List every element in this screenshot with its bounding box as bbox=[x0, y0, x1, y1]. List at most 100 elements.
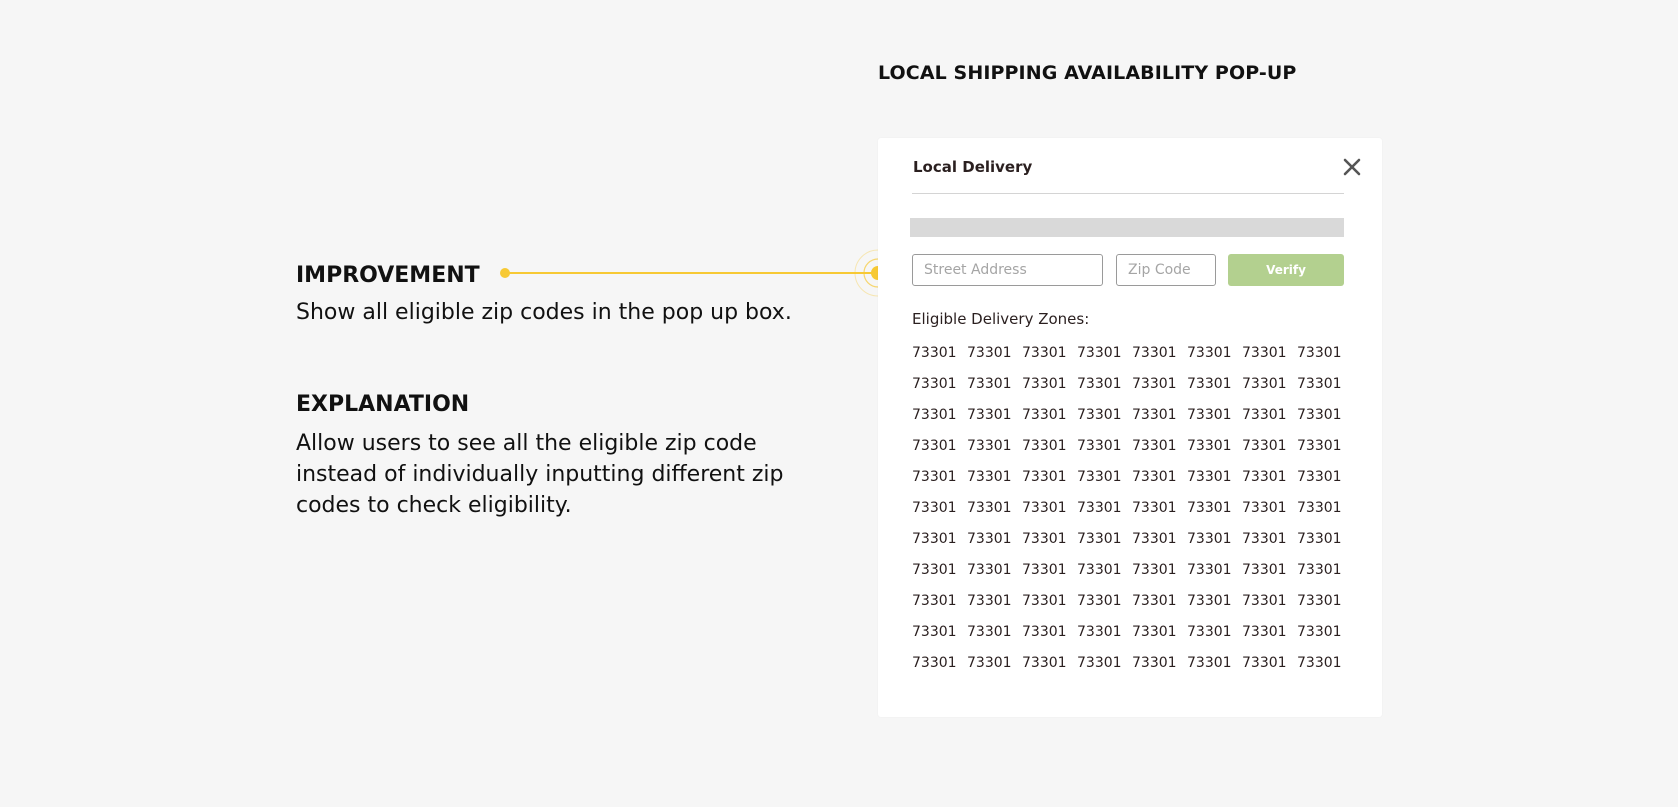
zip-code: 73301 bbox=[1132, 500, 1177, 516]
zip-code: 73301 bbox=[967, 500, 1012, 516]
zip-code: 73301 bbox=[967, 438, 1012, 454]
zip-code: 73301 bbox=[1187, 593, 1232, 609]
zip-code: 73301 bbox=[1242, 438, 1287, 454]
zip-code: 73301 bbox=[1242, 376, 1287, 392]
zip-code: 73301 bbox=[1022, 500, 1067, 516]
zip-code: 73301 bbox=[912, 562, 957, 578]
zip-code: 73301 bbox=[912, 407, 957, 423]
popup-title: Local Delivery bbox=[913, 158, 1033, 176]
zip-code: 73301 bbox=[1242, 624, 1287, 640]
zip-code: 73301 bbox=[967, 624, 1012, 640]
zip-code: 73301 bbox=[1187, 655, 1232, 671]
zip-code: 73301 bbox=[1297, 593, 1342, 609]
zip-code: 73301 bbox=[1132, 531, 1177, 547]
zip-code: 73301 bbox=[1297, 438, 1342, 454]
zip-code: 73301 bbox=[1187, 562, 1232, 578]
zip-code: 73301 bbox=[1132, 562, 1177, 578]
zip-code: 73301 bbox=[912, 438, 957, 454]
zip-code: 73301 bbox=[1132, 376, 1177, 392]
zip-code: 73301 bbox=[1077, 500, 1122, 516]
close-button[interactable] bbox=[1340, 155, 1364, 179]
zip-code: 73301 bbox=[1077, 655, 1122, 671]
zip-code: 73301 bbox=[1132, 655, 1177, 671]
zip-code: 73301 bbox=[912, 500, 957, 516]
zip-code: 73301 bbox=[1077, 531, 1122, 547]
zip-code: 73301 bbox=[967, 593, 1012, 609]
zip-code: 73301 bbox=[1297, 655, 1342, 671]
zip-code: 73301 bbox=[1022, 531, 1067, 547]
zip-code: 73301 bbox=[1187, 531, 1232, 547]
improvement-text: Show all eligible zip codes in the pop u… bbox=[296, 300, 792, 325]
zip-code: 73301 bbox=[1297, 624, 1342, 640]
zip-code: 73301 bbox=[912, 655, 957, 671]
zip-code: 73301 bbox=[1077, 593, 1122, 609]
page-heading: LOCAL SHIPPING AVAILABILITY POP-UP bbox=[878, 62, 1297, 84]
zip-code: 73301 bbox=[967, 469, 1012, 485]
zip-code: 73301 bbox=[967, 655, 1012, 671]
zip-code: 73301 bbox=[1022, 407, 1067, 423]
explanation-text: Allow users to see all the eligible zip … bbox=[296, 431, 784, 518]
zip-code: 73301 bbox=[1022, 469, 1067, 485]
zip-code-input[interactable] bbox=[1116, 254, 1216, 286]
zip-code: 73301 bbox=[1242, 407, 1287, 423]
zip-code: 73301 bbox=[1297, 469, 1342, 485]
zip-code: 73301 bbox=[1022, 593, 1067, 609]
zip-code: 73301 bbox=[1242, 562, 1287, 578]
zip-code: 73301 bbox=[1297, 500, 1342, 516]
zip-code: 73301 bbox=[1022, 376, 1067, 392]
zip-code: 73301 bbox=[967, 531, 1012, 547]
zip-code: 73301 bbox=[1132, 624, 1177, 640]
zip-code: 73301 bbox=[1077, 407, 1122, 423]
callout-start-dot bbox=[500, 268, 510, 278]
zip-code: 73301 bbox=[1242, 531, 1287, 547]
zip-code: 73301 bbox=[1187, 500, 1232, 516]
zip-code: 73301 bbox=[1297, 562, 1342, 578]
eligible-zones-label: Eligible Delivery Zones: bbox=[912, 310, 1090, 328]
zip-code: 73301 bbox=[1132, 469, 1177, 485]
zip-code: 73301 bbox=[1132, 438, 1177, 454]
verify-button[interactable]: Verify bbox=[1228, 254, 1344, 286]
zip-code: 73301 bbox=[912, 469, 957, 485]
zip-code: 73301 bbox=[1297, 376, 1342, 392]
zip-code: 73301 bbox=[912, 345, 957, 361]
zip-code: 73301 bbox=[1132, 407, 1177, 423]
explanation-title: EXPLANATION bbox=[296, 392, 470, 417]
zip-code: 73301 bbox=[1022, 438, 1067, 454]
callout-connector bbox=[500, 268, 879, 278]
zip-code: 73301 bbox=[1022, 562, 1067, 578]
zip-code: 73301 bbox=[1132, 345, 1177, 361]
zip-code: 73301 bbox=[912, 593, 957, 609]
zip-code: 73301 bbox=[1022, 655, 1067, 671]
zip-code: 73301 bbox=[912, 376, 957, 392]
zip-code: 73301 bbox=[1187, 438, 1232, 454]
zip-code: 73301 bbox=[1077, 345, 1122, 361]
zip-code: 73301 bbox=[1187, 469, 1232, 485]
zip-code: 73301 bbox=[1187, 624, 1232, 640]
zip-code: 73301 bbox=[1242, 469, 1287, 485]
close-x-icon[interactable] bbox=[1340, 155, 1364, 179]
zip-code: 73301 bbox=[1077, 562, 1122, 578]
zip-code: 73301 bbox=[1187, 407, 1232, 423]
zip-code-grid: 73301 73301 73301 73301 73301 73301 7330… bbox=[912, 345, 1352, 686]
popup-divider bbox=[912, 193, 1344, 194]
improvement-title: IMPROVEMENT bbox=[296, 263, 480, 288]
zip-code: 73301 bbox=[1242, 655, 1287, 671]
zip-code: 73301 bbox=[1132, 593, 1177, 609]
zip-code: 73301 bbox=[1297, 345, 1342, 361]
zip-code: 73301 bbox=[1297, 407, 1342, 423]
zip-code: 73301 bbox=[1077, 624, 1122, 640]
zip-code: 73301 bbox=[1187, 376, 1232, 392]
zip-code: 73301 bbox=[1297, 531, 1342, 547]
zip-code: 73301 bbox=[967, 376, 1012, 392]
zip-code: 73301 bbox=[1077, 438, 1122, 454]
zip-code: 73301 bbox=[1242, 593, 1287, 609]
local-delivery-popup: Local Delivery Verify Eligible Delivery … bbox=[878, 138, 1382, 717]
placeholder-bar bbox=[910, 218, 1344, 237]
zip-code: 73301 bbox=[912, 624, 957, 640]
zip-code: 73301 bbox=[1242, 500, 1287, 516]
zip-code: 73301 bbox=[1077, 469, 1122, 485]
zip-code: 73301 bbox=[1242, 345, 1287, 361]
street-address-input[interactable] bbox=[912, 254, 1103, 286]
zip-code: 73301 bbox=[967, 407, 1012, 423]
zip-code: 73301 bbox=[1077, 376, 1122, 392]
